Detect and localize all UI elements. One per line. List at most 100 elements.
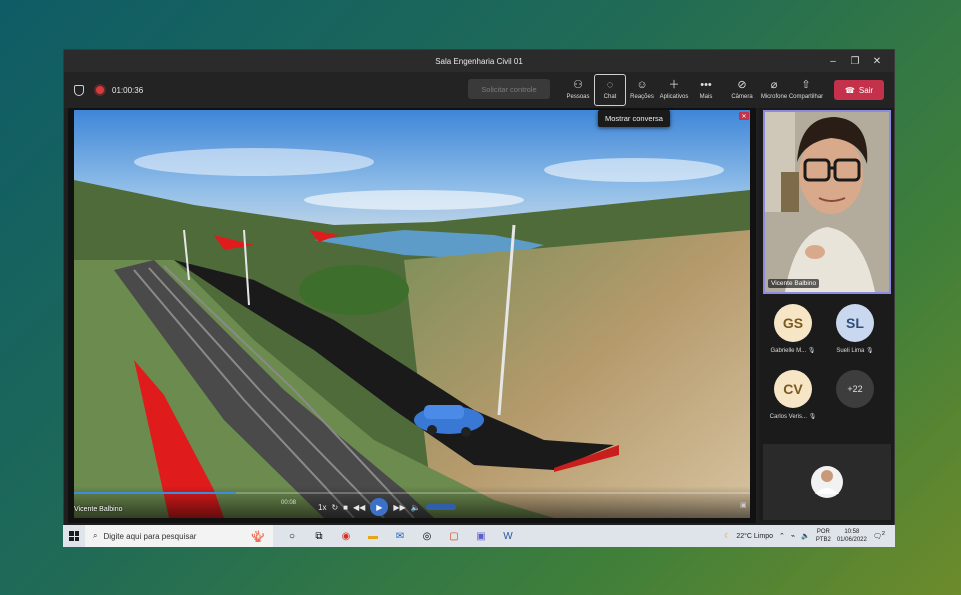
clock[interactable]: 10:58 01/06/2022	[837, 528, 867, 544]
more-label: Mais	[699, 94, 713, 100]
self-avatar	[811, 466, 843, 498]
meeting-timer: 01:00:36	[112, 85, 144, 95]
reactions-icon: ☺	[636, 79, 648, 91]
chat-label: Chat	[603, 94, 617, 100]
teams-icon[interactable]: ▣	[470, 526, 492, 546]
camera-participant-name: Vicente Balbino	[768, 279, 820, 288]
word-icon[interactable]: W	[497, 526, 519, 546]
search-placeholder: Digite aqui para pesquisar	[103, 531, 197, 541]
request-control-button[interactable]: Solicitar controle	[468, 79, 550, 99]
people-label: Pessoas	[566, 94, 590, 100]
task-view-icon[interactable]: ⧉	[308, 526, 330, 546]
participant-gs[interactable]: GS Gabrielle M... 🎙	[763, 304, 823, 354]
reactions-label: Reações	[630, 94, 654, 100]
minimize-button[interactable]: –	[822, 50, 844, 72]
notification-count: 2	[881, 531, 885, 538]
meeting-toolbar: 01:00:36 Solicitar controle ⚇ Pessoas ◌ …	[64, 72, 894, 108]
fullscreen-icon[interactable]: ▣	[740, 501, 747, 509]
chat-button[interactable]: ◌ Chat	[594, 74, 626, 106]
windows-taskbar: ⌕ Digite aqui para pesquisar 🪸 ○ ⧉ ◉ ▬ ✉…	[63, 525, 895, 547]
apps-button[interactable]: ＋ Aplicativos	[658, 74, 690, 106]
dell-icon[interactable]: ◎	[416, 526, 438, 546]
chevron-up-icon[interactable]: ⌃	[779, 532, 785, 540]
participant-panel: Vicente Balbino GS Gabrielle M... 🎙 SL S…	[759, 108, 894, 523]
close-button[interactable]: ✕	[866, 50, 888, 72]
notification-icon[interactable]: 🗨2	[873, 531, 885, 540]
mail-icon[interactable]: ✉	[389, 526, 411, 546]
rewind-icon[interactable]: ◀◀	[353, 503, 365, 512]
language-bottom: PTB2	[815, 537, 831, 543]
reactions-button[interactable]: ☺ Reações	[626, 74, 658, 106]
loop-icon[interactable]: ↻	[331, 503, 338, 512]
camera-button[interactable]: ⊘ Câmera	[726, 74, 758, 106]
leave-label: Sair	[858, 85, 874, 95]
people-icon: ⚇	[573, 79, 583, 91]
office-icon[interactable]: ▢	[443, 526, 465, 546]
more-button[interactable]: ••• Mais	[690, 74, 722, 106]
video-player-controls: 00:08 1x ↻ ■ ◀◀ ▶ ▶▶ 🔈 ▣	[74, 486, 750, 518]
shield-icon	[74, 84, 84, 96]
speed-icon[interactable]: 1x	[318, 503, 326, 512]
self-view-tile[interactable]	[763, 444, 891, 520]
maximize-button[interactable]: ❐	[844, 50, 866, 72]
teams-window: Sala Engenharia Civil 01 – ❐ ✕ 01:00:36 …	[63, 49, 895, 547]
start-button[interactable]	[63, 525, 85, 547]
participant-name: Carlos Veris...	[769, 414, 808, 420]
search-icon: ⌕	[93, 531, 98, 540]
share-button[interactable]: ⇧ Compartilhar	[788, 74, 824, 106]
camera-tile[interactable]: Vicente Balbino	[763, 110, 891, 294]
volume-icon[interactable]: 🔈	[411, 503, 421, 512]
play-icon[interactable]: ▶	[370, 498, 389, 516]
presenter-name: Vicente Balbino	[74, 506, 123, 513]
file-explorer-icon[interactable]: ▬	[362, 526, 384, 546]
system-tray: ☾ 22°C Limpo ⌃ ⌁ 🔈 POR PTB2 10:58 01/06/…	[724, 525, 885, 547]
taskbar-search[interactable]: ⌕ Digite aqui para pesquisar 🪸	[85, 525, 273, 547]
title-bar: Sala Engenharia Civil 01 – ❐ ✕	[64, 50, 894, 72]
avatar: SL	[836, 304, 874, 342]
shared-screen: ✕ 00:08 1x ↻ ■ ◀◀ ▶ ▶▶ 🔈 ▣ Vicente Balbi…	[68, 108, 756, 523]
cortana-icon[interactable]: ○	[281, 526, 303, 546]
more-participants[interactable]: +22	[825, 370, 885, 408]
windows-icon	[69, 531, 79, 541]
participant-cv[interactable]: CV Carlos Veris... 🎙	[763, 370, 823, 420]
people-button[interactable]: ⚇ Pessoas	[562, 74, 594, 106]
mic-off-icon: 🎙	[808, 414, 817, 420]
close-video-icon[interactable]: ✕	[739, 112, 749, 120]
language-top: POR	[816, 529, 830, 535]
share-label: Compartilhar	[788, 94, 824, 100]
avatar: CV	[774, 370, 812, 408]
recording-icon	[96, 86, 104, 94]
chat-tooltip: Mostrar conversa	[598, 110, 670, 127]
search-highlight-icon: 🪸	[251, 530, 265, 543]
weather-icon: ☾	[724, 533, 731, 540]
more-icon: •••	[700, 79, 712, 91]
railway-video[interactable]	[74, 110, 750, 518]
participant-name: Gabrielle M...	[770, 348, 807, 354]
video-time: 00:08	[281, 500, 297, 506]
clock-time: 10:58	[844, 529, 860, 535]
stop-icon[interactable]: ■	[343, 503, 348, 512]
volume-icon[interactable]: 🔈	[801, 532, 810, 540]
mic-label: Microfone	[760, 94, 788, 100]
mic-off-icon: 🎙	[866, 348, 874, 354]
leave-button[interactable]: ☎ Sair	[834, 80, 884, 100]
volume-slider[interactable]	[425, 504, 456, 510]
weather-text[interactable]: 22°C Limpo	[736, 533, 773, 540]
camera-off-icon: ⊘	[737, 79, 747, 91]
chrome-icon[interactable]: ◉	[335, 526, 357, 546]
mic-button[interactable]: ⌀ Microfone	[758, 74, 790, 106]
apps-label: Aplicativos	[659, 94, 689, 100]
language-indicator[interactable]: POR PTB2	[816, 528, 831, 544]
more-participants-count: +22	[836, 370, 874, 408]
mic-off-icon: ⌀	[770, 79, 778, 91]
fast-forward-icon[interactable]: ▶▶	[393, 503, 405, 512]
participant-video	[765, 112, 889, 292]
network-icon[interactable]: ⌁	[791, 532, 795, 540]
participant-name: Sueli Lima	[836, 348, 865, 354]
window-title: Sala Engenharia Civil 01	[435, 56, 523, 66]
chat-icon: ◌	[606, 79, 614, 91]
participant-sl[interactable]: SL Sueli Lima 🎙	[825, 304, 885, 354]
avatar: GS	[774, 304, 812, 342]
mic-off-icon: 🎙	[807, 348, 816, 354]
video-progress-bar[interactable]	[74, 492, 750, 494]
